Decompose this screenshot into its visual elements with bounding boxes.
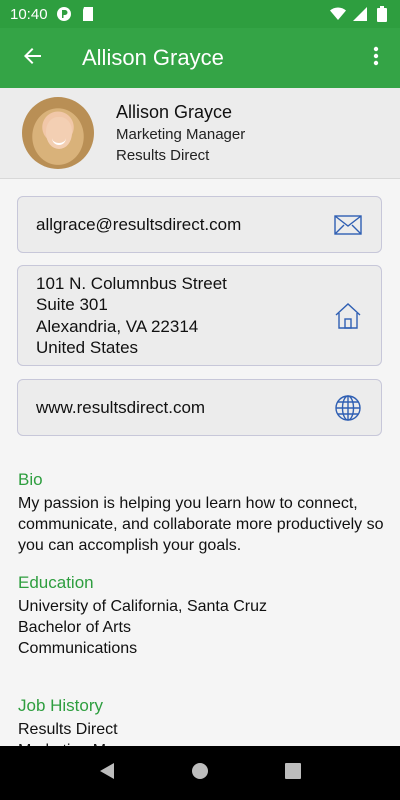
education-text: University of California, Santa Cruz Bac… [18, 596, 388, 659]
signal-icon [352, 6, 368, 22]
avatar [22, 97, 94, 169]
notification-app-icon [56, 6, 72, 22]
nav-recents-button[interactable] [273, 753, 313, 793]
bio-section: Bio My passion is helping you learn how … [18, 469, 388, 556]
website-card[interactable]: www.resultsdirect.com [17, 379, 382, 436]
status-bar: 10:40 [0, 0, 400, 28]
back-button[interactable] [4, 28, 60, 88]
app-bar-title: Allison Grayce [82, 45, 224, 70]
address-line: United States [36, 338, 139, 357]
address-line: 101 N. Columnbus Street [36, 273, 227, 293]
profile-name: Allison Grayce [116, 102, 233, 122]
education-line: University of California, Santa Cruz [18, 598, 267, 615]
job-history-line: Results Direct [18, 721, 118, 738]
address-line: Suite 301 [36, 295, 108, 314]
bio-title: Bio [18, 470, 43, 489]
mail-icon [333, 210, 363, 240]
back-arrow-icon [22, 46, 42, 71]
nav-back-button[interactable] [87, 753, 127, 793]
status-right [330, 6, 390, 22]
status-left: 10:40 [10, 6, 96, 23]
email-text: allgrace@resultsdirect.com [36, 214, 242, 234]
home-icon [333, 301, 363, 331]
recents-square-icon [285, 762, 302, 784]
profile-job-title: Marketing Manager [116, 126, 246, 143]
education-title: Education [18, 573, 94, 592]
back-triangle-icon [99, 762, 115, 785]
profile-header: Allison Grayce Marketing Manager Results… [0, 88, 400, 179]
status-time: 10:40 [10, 5, 48, 23]
battery-icon [374, 6, 390, 22]
education-line: Communications [18, 640, 138, 657]
overflow-menu-button[interactable] [356, 28, 396, 88]
wifi-icon [330, 6, 346, 22]
globe-icon [333, 393, 363, 423]
job-history-title: Job History [18, 696, 104, 715]
more-vert-icon [373, 46, 379, 71]
bio-text: My passion is helping you learn how to c… [18, 495, 384, 554]
system-nav-bar [0, 746, 400, 800]
education-line: Bachelor of Arts [18, 619, 131, 636]
website-text: www.resultsdirect.com [36, 397, 206, 417]
sd-card-icon [80, 6, 96, 22]
address-card[interactable]: 101 N. Columnbus Street Suite 301 Alexan… [17, 265, 382, 366]
profile-company: Results Direct [116, 147, 210, 164]
address-text: 101 N. Columnbus Street Suite 301 Alexan… [36, 273, 227, 359]
address-line: Alexandria, VA 22314 [36, 316, 199, 336]
app-bar: Allison Grayce [0, 28, 400, 88]
nav-home-button[interactable] [180, 753, 220, 793]
profile-text: Allison Grayce Marketing Manager Results… [116, 100, 245, 166]
home-circle-icon [191, 762, 209, 785]
email-card[interactable]: allgrace@resultsdirect.com [17, 196, 382, 253]
education-section: Education University of California, Sant… [18, 572, 388, 659]
